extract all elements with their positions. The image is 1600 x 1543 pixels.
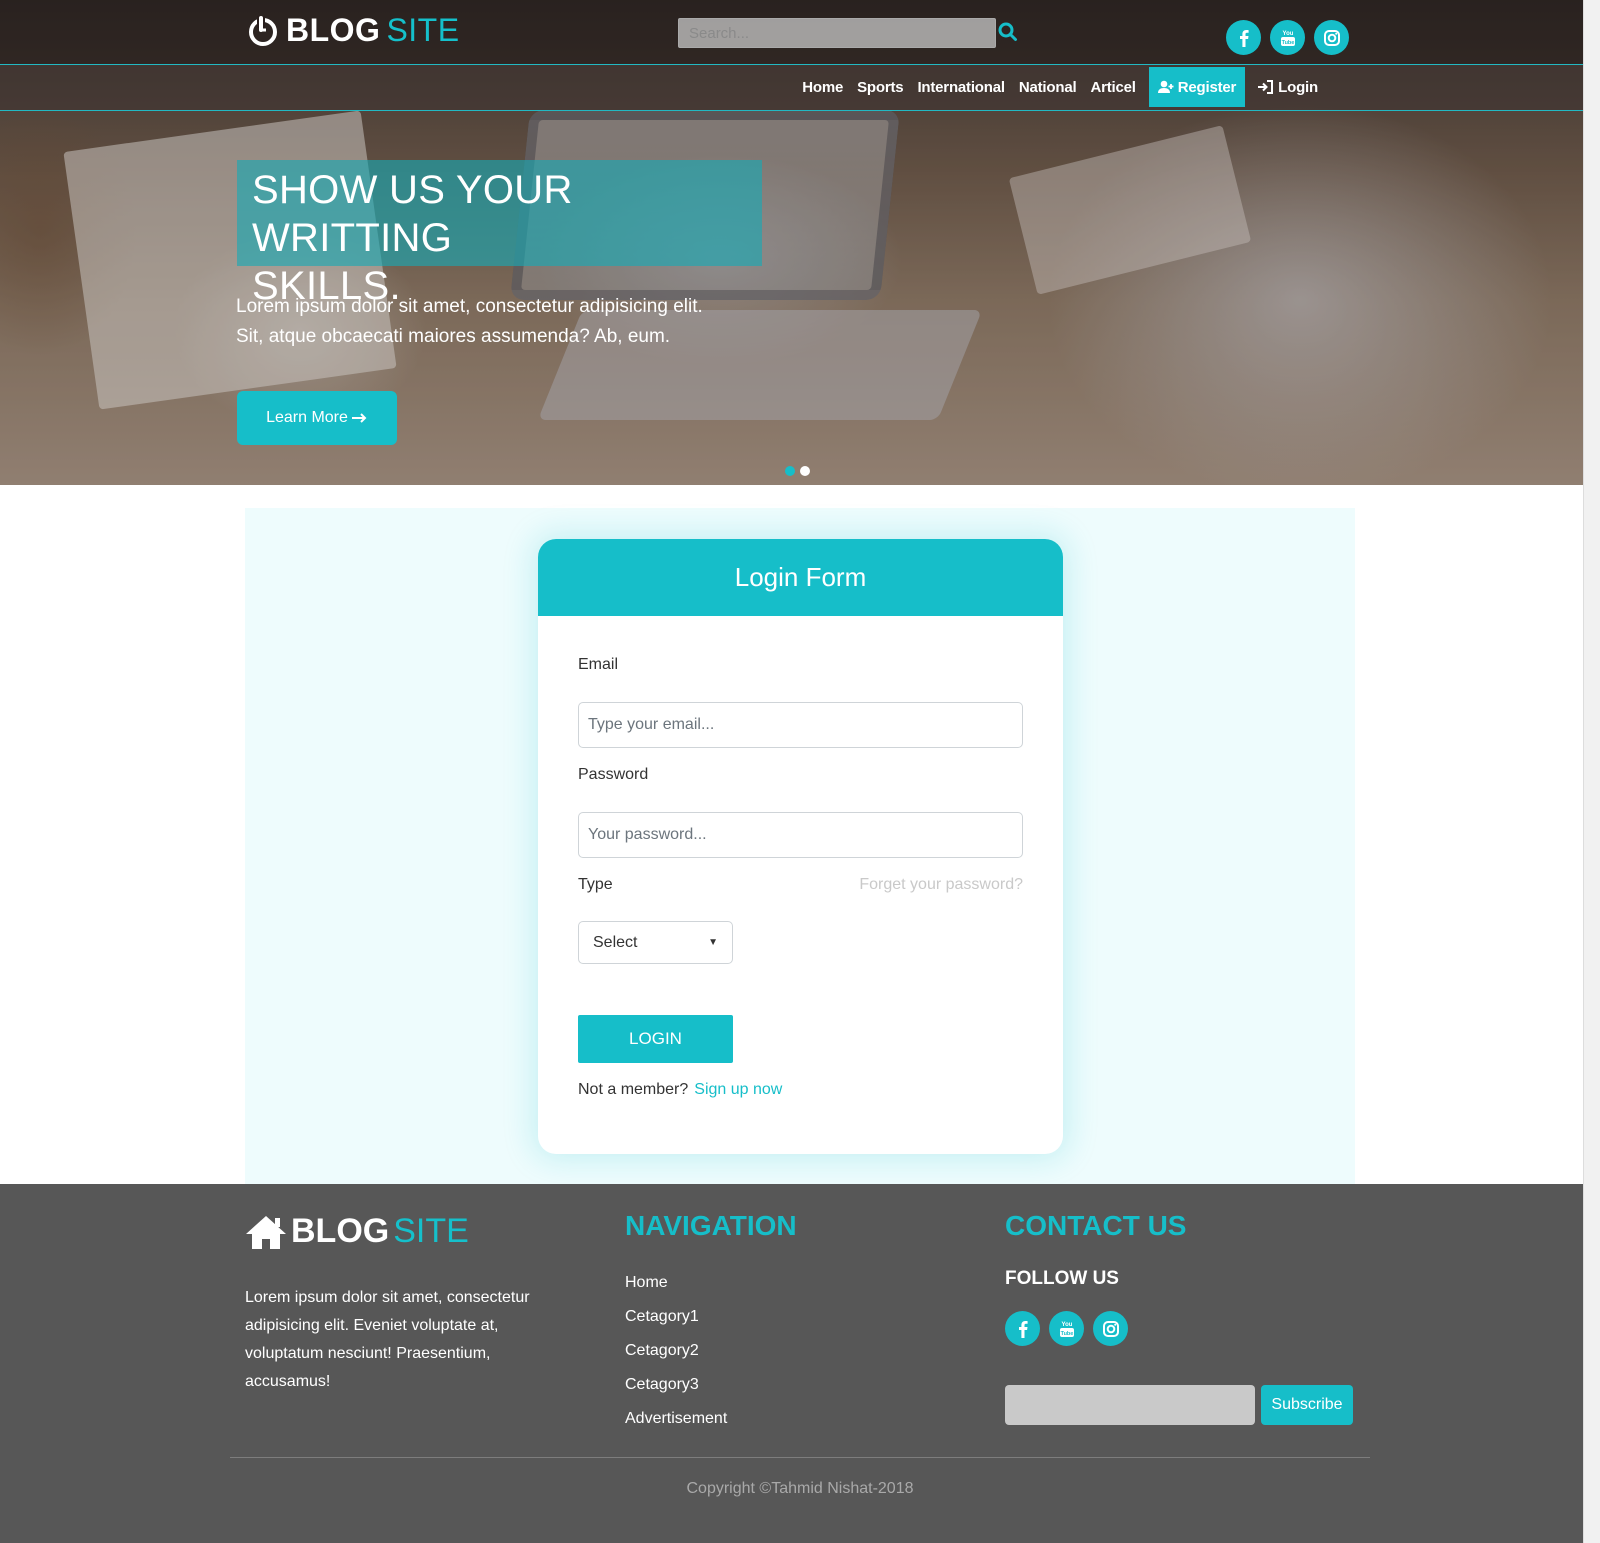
copyright-text: Copyright ©Tahmid Nishat-2018 — [686, 1480, 914, 1497]
login-button[interactable]: LOGIN — [578, 1015, 733, 1063]
login-label: Login — [1278, 78, 1318, 96]
footer-logo[interactable]: BLOG SITE — [245, 1212, 469, 1251]
search-icon[interactable] — [998, 22, 1018, 42]
svg-text:Tube: Tube — [1060, 1331, 1073, 1337]
type-label: Type — [578, 876, 613, 893]
site-logo[interactable]: BLOG SITE — [246, 12, 460, 49]
password-label: Password — [578, 766, 649, 783]
hero-banner: SHOW US YOUR WRITTING SKILLS. Lorem ipsu… — [0, 0, 1583, 485]
type-select-value: Select — [593, 933, 638, 951]
logo-text-light: SITE — [386, 12, 460, 48]
svg-text:You: You — [1061, 1322, 1072, 1328]
social-links-top: You Tube — [1226, 20, 1349, 55]
facebook-icon[interactable] — [1226, 20, 1261, 55]
nav-item-register[interactable]: Register — [1148, 67, 1246, 107]
hero-subtitle-line: Lorem ipsum dolor sit amet, consectetur … — [236, 296, 703, 317]
footer-nav-item[interactable]: Cetagory2 — [625, 1340, 727, 1374]
search-input[interactable] — [678, 18, 996, 48]
instagram-icon[interactable] — [1093, 1311, 1128, 1346]
type-select[interactable]: Select ▼ — [578, 921, 733, 964]
nav-item-international[interactable]: International — [910, 67, 1011, 107]
facebook-icon[interactable] — [1005, 1311, 1040, 1346]
learn-more-button[interactable]: Learn More — [237, 391, 397, 445]
signup-link[interactable]: Sign up now — [694, 1081, 782, 1099]
sign-in-icon — [1258, 80, 1274, 94]
user-plus-icon — [1157, 80, 1174, 93]
top-bar: BLOG SITE You Tube — [0, 0, 1583, 65]
nav-item-articel[interactable]: Articel — [1083, 67, 1142, 107]
nav-item-login[interactable]: Login — [1251, 67, 1325, 107]
nav-item-sports[interactable]: Sports — [850, 67, 910, 107]
footer-nav-list: Home Cetagory1 Cetagory2 Cetagory3 Adver… — [625, 1272, 727, 1442]
hero-title: SHOW US YOUR WRITTING SKILLS. — [252, 166, 747, 310]
register-label: Register — [1177, 78, 1237, 96]
subscribe-email-input[interactable] — [1005, 1385, 1255, 1425]
forget-password-link[interactable]: Forget your password? — [859, 876, 1023, 894]
youtube-icon[interactable]: You Tube — [1049, 1311, 1084, 1346]
logo-text-bold: BLOG — [286, 12, 381, 48]
nav-items: Home Sports International National Artic… — [795, 67, 1325, 107]
email-label: Email — [578, 656, 619, 673]
main-nav: Home Sports International National Artic… — [0, 65, 1583, 111]
caret-down-icon: ▼ — [708, 937, 718, 948]
nav-item-national[interactable]: National — [1012, 67, 1084, 107]
footer-logo-bold: BLOG — [291, 1212, 390, 1250]
instagram-icon[interactable] — [1314, 20, 1349, 55]
hero-title-box: SHOW US YOUR WRITTING SKILLS. — [237, 160, 762, 308]
svg-text:Tube: Tube — [1281, 40, 1294, 46]
power-icon — [249, 15, 277, 46]
footer-logo-light: SITE — [393, 1212, 469, 1250]
footer-nav-heading: NAVIGATION — [625, 1210, 797, 1241]
youtube-icon[interactable]: You Tube — [1270, 20, 1305, 55]
signup-prompt: Not a member? Sign up now — [578, 1081, 782, 1099]
nav-item-home[interactable]: Home — [795, 67, 850, 107]
hero-title-line: SHOW US YOUR WRITTING — [252, 168, 573, 260]
page-scrollbar[interactable] — [1583, 0, 1600, 1543]
login-form-title: Login Form — [734, 562, 867, 592]
footer: BLOG SITE Lorem ipsum dolor sit amet, co… — [0, 1184, 1583, 1543]
footer-about-text: Lorem ipsum dolor sit amet, consectetur … — [245, 1289, 530, 1390]
footer-nav-item[interactable]: Advertisement — [625, 1408, 727, 1442]
password-field[interactable] — [578, 812, 1023, 858]
hero-subtitle-line: Sit, atque obcaecati maiores assumenda? … — [236, 326, 671, 347]
footer-nav-item[interactable]: Cetagory1 — [625, 1306, 727, 1340]
email-field[interactable] — [578, 702, 1023, 748]
learn-more-label: Learn More — [266, 409, 348, 426]
footer-nav-item[interactable]: Cetagory3 — [625, 1374, 727, 1408]
svg-text:You: You — [1282, 31, 1293, 37]
hero-subtitle: Lorem ipsum dolor sit amet, consectetur … — [236, 292, 776, 352]
home-icon — [246, 1215, 286, 1249]
carousel-indicators — [785, 466, 810, 476]
follow-us-heading: FOLLOW US — [1005, 1268, 1119, 1289]
subscribe-button[interactable]: Subscribe — [1261, 1385, 1353, 1425]
login-card: Login Form Email Password Type Forget yo… — [538, 539, 1063, 1154]
carousel-dot[interactable] — [785, 466, 795, 476]
footer-nav-item[interactable]: Home — [625, 1272, 727, 1306]
not-member-text: Not a member? — [578, 1081, 689, 1098]
login-card-header: Login Form — [538, 539, 1063, 616]
arrow-right-icon — [351, 413, 367, 423]
carousel-dot[interactable] — [800, 466, 810, 476]
social-links-footer: You Tube — [1005, 1311, 1128, 1346]
footer-divider — [230, 1457, 1370, 1458]
footer-contact-heading: CONTACT US — [1005, 1210, 1187, 1241]
